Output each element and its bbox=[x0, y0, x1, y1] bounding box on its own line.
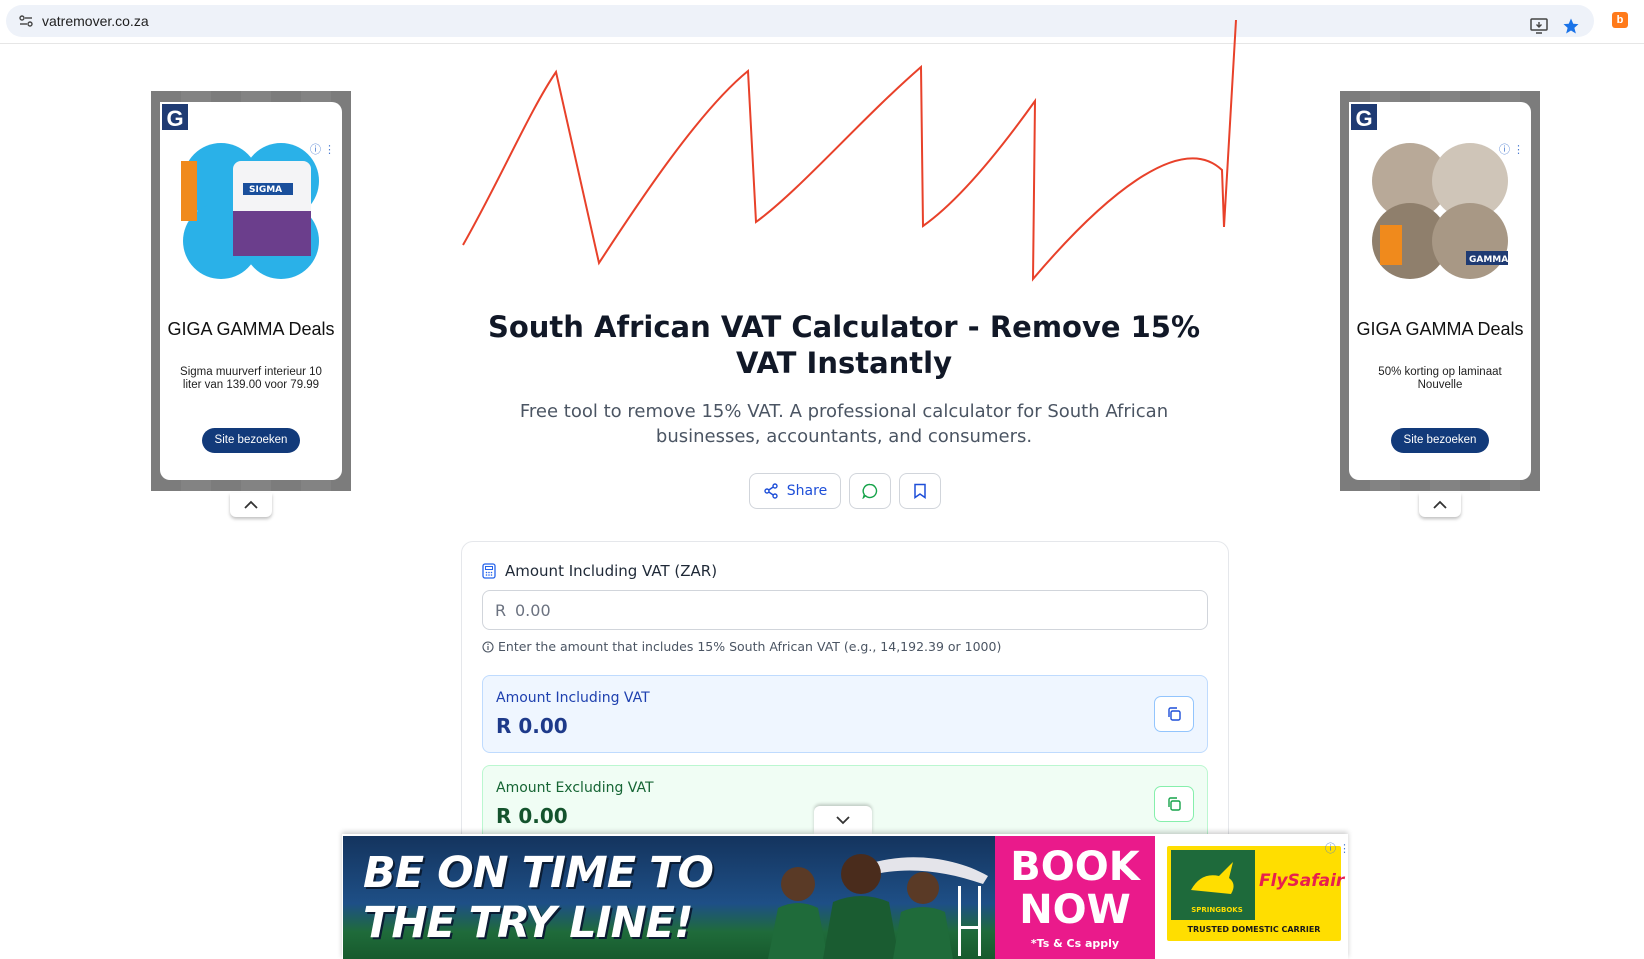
copy-button[interactable] bbox=[1154, 786, 1194, 822]
airline-name: FlySafair bbox=[1259, 871, 1345, 891]
springbok-emblem: SPRINGBOKS bbox=[1171, 850, 1255, 920]
gamma-logo: G bbox=[160, 102, 190, 132]
page: vatremover.co.za b G ⓘ ⋮ SIGMA GIGA GAMM… bbox=[0, 0, 1644, 959]
chevron-up-icon bbox=[244, 500, 258, 509]
book-now-text[interactable]: BOOK NOW bbox=[995, 846, 1155, 932]
info-icon bbox=[482, 640, 494, 653]
bookmark-icon bbox=[914, 483, 926, 499]
right-ad-collapse-button[interactable] bbox=[1419, 493, 1461, 517]
gamma-logo: G bbox=[1349, 102, 1379, 132]
bottom-ad-collapse-button[interactable] bbox=[814, 806, 872, 834]
result-value: R 0.00 bbox=[496, 714, 568, 738]
page-title: South African VAT Calculator - Remove 15… bbox=[487, 310, 1201, 380]
whatsapp-icon bbox=[862, 483, 878, 499]
copy-icon bbox=[1168, 707, 1181, 721]
right-side-ad[interactable]: G ⓘ ⋮ GAMMA GIGA GAMMA Deals 50% korting… bbox=[1340, 91, 1540, 491]
result-label: Amount Excluding VAT bbox=[496, 780, 654, 796]
team-label: SPRINGBOKS bbox=[1191, 906, 1243, 914]
springbok-icon bbox=[1191, 862, 1234, 894]
banner-headline: BE ON TIME TO THE TRY LINE! bbox=[363, 848, 714, 948]
laminate-floor-image: GAMMA bbox=[1372, 143, 1508, 279]
hint-text: Enter the amount that includes 15% South… bbox=[498, 639, 1002, 654]
banner-creative[interactable]: BE ON TIME TO THE TRY LINE! BOOK NOW *Ts… bbox=[343, 836, 1347, 959]
whatsapp-share-button[interactable] bbox=[849, 473, 891, 509]
copy-icon bbox=[1168, 797, 1181, 811]
flysafair-logo: SPRINGBOKS FlySafair TRUSTED DOMESTIC CA… bbox=[1167, 846, 1345, 941]
book-now-panel[interactable]: BOOK NOW *Ts & Cs apply bbox=[995, 836, 1155, 959]
calculator-icon bbox=[482, 563, 496, 579]
amount-label-text: Amount Including VAT (ZAR) bbox=[505, 562, 718, 580]
sponsor-logo-panel: SPRINGBOKS FlySafair TRUSTED DOMESTIC CA… bbox=[1155, 836, 1347, 959]
chevron-up-icon bbox=[1433, 500, 1447, 509]
visit-site-button[interactable]: Site bezoeken bbox=[202, 428, 300, 453]
ad-title: GIGA GAMMA Deals bbox=[1356, 319, 1524, 339]
amount-input-container[interactable]: R bbox=[482, 590, 1208, 630]
rugby-players-image bbox=[768, 854, 988, 959]
banner-stadium-panel: BE ON TIME TO THE TRY LINE! bbox=[343, 836, 995, 959]
left-ad-collapse-button[interactable] bbox=[230, 493, 272, 517]
result-including-vat: Amount Including VAT R 0.00 bbox=[482, 675, 1208, 753]
page-subtitle: Free tool to remove 15% VAT. A professio… bbox=[519, 401, 1169, 447]
ad-info-icon[interactable]: ⓘ ⋮ bbox=[1325, 840, 1350, 856]
share-icon bbox=[764, 483, 778, 499]
bookmark-button[interactable] bbox=[899, 473, 941, 509]
result-value: R 0.00 bbox=[496, 804, 568, 828]
svg-text:SIGMA: SIGMA bbox=[249, 185, 282, 195]
amount-hint: Enter the amount that includes 15% South… bbox=[482, 639, 1001, 654]
paint-bucket-image: SIGMA bbox=[181, 143, 319, 279]
share-button[interactable]: Share bbox=[749, 473, 841, 509]
chevron-down-icon bbox=[836, 816, 850, 825]
ad-title: GIGA GAMMA Deals bbox=[167, 319, 335, 339]
left-side-ad[interactable]: G ⓘ ⋮ SIGMA GIGA GAMMA Deals Sigma muurv… bbox=[151, 91, 351, 491]
result-label: Amount Including VAT bbox=[496, 690, 650, 706]
amount-field-label: Amount Including VAT (ZAR) bbox=[482, 562, 717, 580]
share-label: Share bbox=[786, 483, 828, 499]
ad-description: Sigma muurverf interieur 10 liter van 13… bbox=[180, 366, 322, 391]
amount-input[interactable] bbox=[515, 596, 1195, 624]
visit-site-button[interactable]: Site bezoeken bbox=[1391, 428, 1489, 453]
terms-text: *Ts & Cs apply bbox=[1030, 937, 1120, 950]
svg-text:GAMMA: GAMMA bbox=[1469, 255, 1508, 265]
copy-button[interactable] bbox=[1154, 696, 1194, 732]
airline-tagline: TRUSTED DOMESTIC CARRIER bbox=[1187, 925, 1321, 934]
currency-prefix: R bbox=[495, 601, 507, 620]
ad-description: 50% korting op laminaat Nouvelle bbox=[1378, 366, 1502, 391]
